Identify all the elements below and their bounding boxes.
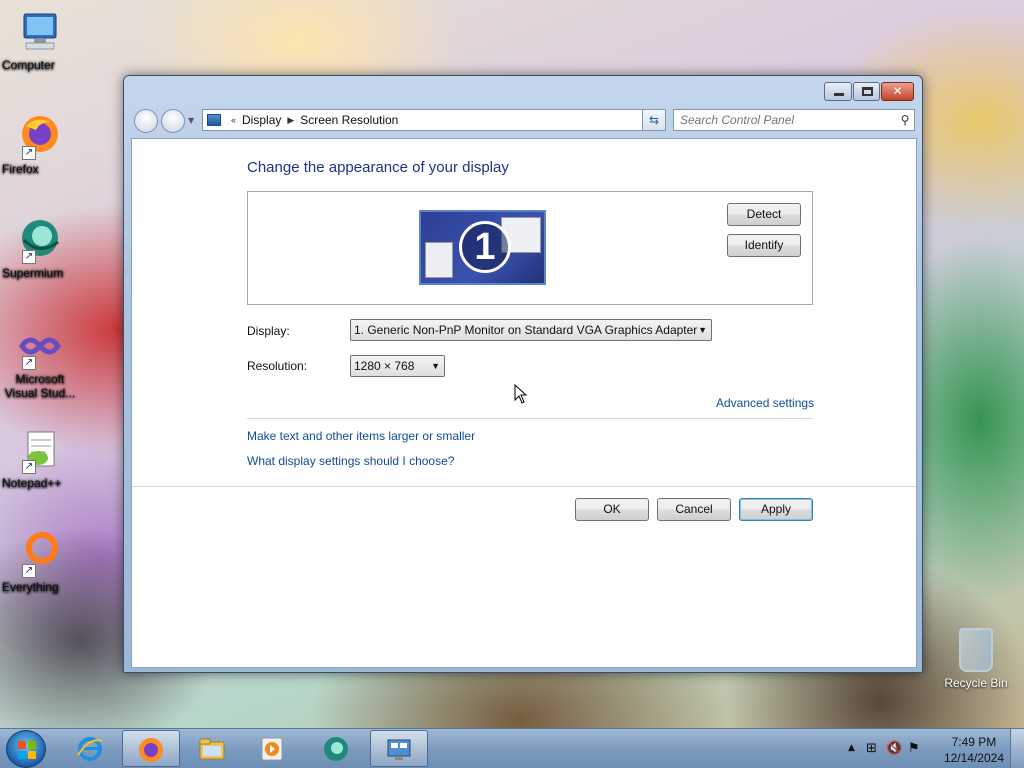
breadcrumb-display[interactable]: Display: [242, 113, 281, 127]
shortcut-arrow-icon: ↗: [22, 250, 36, 264]
desktop-icon-label: Firefox: [2, 162, 39, 176]
address-bar[interactable]: « Display ▶ Screen Resolution ▼: [202, 109, 666, 131]
control-panel-icon: [207, 114, 221, 126]
internet-explorer-icon: [77, 737, 103, 761]
chevron-down-icon: ▼: [431, 361, 440, 371]
window-thumbnail-icon: [425, 242, 453, 278]
maximize-button[interactable]: [853, 82, 880, 101]
start-button[interactable]: [6, 730, 46, 768]
refresh-button[interactable]: ⇆: [642, 109, 666, 131]
divider: [132, 486, 916, 487]
taskbar-explorer[interactable]: [184, 730, 242, 767]
firefox-icon: [139, 738, 163, 762]
content-pane: Change the appearance of your display 1 …: [131, 138, 917, 668]
maximize-icon: [862, 87, 873, 96]
resolution-select-value: 1280 × 768: [354, 359, 415, 373]
computer-icon: [16, 8, 64, 56]
detect-button[interactable]: Detect: [727, 203, 801, 226]
supermium-icon: ↗: [16, 216, 64, 264]
search-icon[interactable]: ⚲: [896, 113, 914, 127]
refresh-icon: ⇆: [648, 113, 660, 127]
recent-pages-dropdown-icon[interactable]: ▼: [188, 116, 194, 125]
desktop-icon-firefox[interactable]: ↗ Firefox: [2, 112, 78, 176]
mouse-cursor-icon: [514, 383, 528, 407]
desktop-icon-computer[interactable]: Computer: [2, 8, 78, 72]
cancel-button[interactable]: Cancel: [657, 498, 731, 521]
minimize-button[interactable]: [824, 82, 852, 101]
desktop-icon-recycle-bin[interactable]: Recycle Bin: [936, 628, 1016, 690]
display-select-value: 1. Generic Non-PnP Monitor on Standard V…: [354, 323, 698, 337]
firefox-icon: ↗: [16, 112, 64, 160]
minimize-icon: [834, 93, 844, 96]
breadcrumb-overflow-icon[interactable]: «: [231, 115, 236, 125]
desktop-icon-label: Everything: [2, 580, 59, 594]
show-hidden-icons-icon[interactable]: ▲: [848, 743, 855, 753]
control-panel-icon: [387, 739, 411, 760]
page-title: Change the appearance of your display: [247, 159, 509, 176]
shortcut-arrow-icon: ↗: [22, 564, 36, 578]
monitor-preview-area: 1 Detect Identify: [247, 191, 813, 305]
show-desktop-button[interactable]: [1010, 729, 1024, 768]
shortcut-arrow-icon: ↗: [22, 146, 36, 160]
everything-icon: ↗: [16, 530, 64, 578]
taskbar-supermium[interactable]: [308, 730, 366, 767]
shortcut-arrow-icon: ↗: [22, 460, 36, 474]
system-tray: ▲ ⊞ 🔇 ⚑ 7:49 PM 12/14/2024: [834, 729, 1024, 768]
search-input[interactable]: [674, 113, 896, 127]
divider: [247, 418, 813, 419]
chevron-down-icon: ▼: [698, 325, 707, 335]
desktop-icon-supermium[interactable]: ↗ Supermium: [2, 216, 78, 280]
network-icon[interactable]: ⊞: [866, 741, 877, 756]
explorer-folder-icon: [199, 738, 225, 760]
search-box[interactable]: ⚲: [673, 109, 915, 131]
forward-button[interactable]: [161, 109, 185, 133]
media-player-icon: [261, 737, 283, 761]
navigation-bar: ▼ « Display ▶ Screen Resolution ▼ ⇆ ⚲: [132, 106, 915, 134]
desktop-icon-label: Notepad++: [2, 476, 62, 490]
close-icon: ✕: [892, 84, 903, 98]
volume-muted-icon[interactable]: 🔇: [886, 741, 902, 756]
advanced-settings-link[interactable]: Advanced settings: [716, 396, 814, 410]
taskbar-control-panel[interactable]: [370, 730, 428, 767]
text-size-link[interactable]: Make text and other items larger or smal…: [247, 429, 475, 443]
breadcrumb-screen-resolution[interactable]: Screen Resolution: [300, 113, 398, 127]
taskbar-firefox[interactable]: [122, 730, 180, 767]
identify-button[interactable]: Identify: [727, 234, 801, 257]
action-center-flag-icon[interactable]: ⚑: [908, 741, 920, 756]
back-button[interactable]: [134, 109, 158, 133]
clock-date: 12/14/2024: [943, 751, 1004, 765]
resolution-select[interactable]: 1280 × 768 ▼: [350, 355, 445, 377]
clock-time: 7:49 PM: [951, 735, 997, 749]
display-label: Display:: [247, 324, 290, 338]
taskbar: ▲ ⊞ 🔇 ⚑ 7:49 PM 12/14/2024: [0, 728, 1024, 768]
desktop-icon-visual-studio[interactable]: ↗ Microsoft Visual Stud...: [2, 322, 78, 400]
monitor-1-thumbnail[interactable]: 1: [419, 210, 546, 285]
taskbar-internet-explorer[interactable]: [62, 730, 120, 767]
windows-logo-icon: [18, 741, 36, 759]
apply-button[interactable]: Apply: [739, 498, 813, 521]
notepadpp-icon: ↗: [16, 426, 64, 474]
desktop-icon-label: Supermium: [2, 266, 64, 280]
ok-button[interactable]: OK: [575, 498, 649, 521]
recycle-bin-label: Recycle Bin: [944, 676, 1008, 690]
clock[interactable]: 7:49 PM 12/14/2024: [944, 734, 1004, 766]
visual-studio-icon: ↗: [16, 322, 64, 370]
desktop-icon-label: Computer: [2, 58, 55, 72]
display-select[interactable]: 1. Generic Non-PnP Monitor on Standard V…: [350, 319, 712, 341]
monitor-number: 1: [459, 221, 511, 273]
recycle-bin-icon: [959, 628, 993, 672]
breadcrumb-separator-icon[interactable]: ▶: [287, 115, 294, 126]
screen-resolution-window: ✕ ▼ « Display ▶ Screen Resolution ▼ ⇆ ⚲ …: [123, 75, 923, 673]
supermium-icon: [324, 737, 348, 761]
taskbar-media-player[interactable]: [244, 730, 302, 767]
display-help-link[interactable]: What display settings should I choose?: [247, 454, 454, 468]
desktop-icon-label: Microsoft Visual Stud...: [4, 372, 76, 400]
resolution-label: Resolution:: [247, 359, 308, 373]
shortcut-arrow-icon: ↗: [22, 356, 36, 370]
close-button[interactable]: ✕: [881, 82, 914, 101]
desktop-icon-everything[interactable]: ↗ Everything: [2, 530, 78, 594]
desktop-icon-notepadpp[interactable]: ↗ Notepad++: [2, 426, 78, 490]
